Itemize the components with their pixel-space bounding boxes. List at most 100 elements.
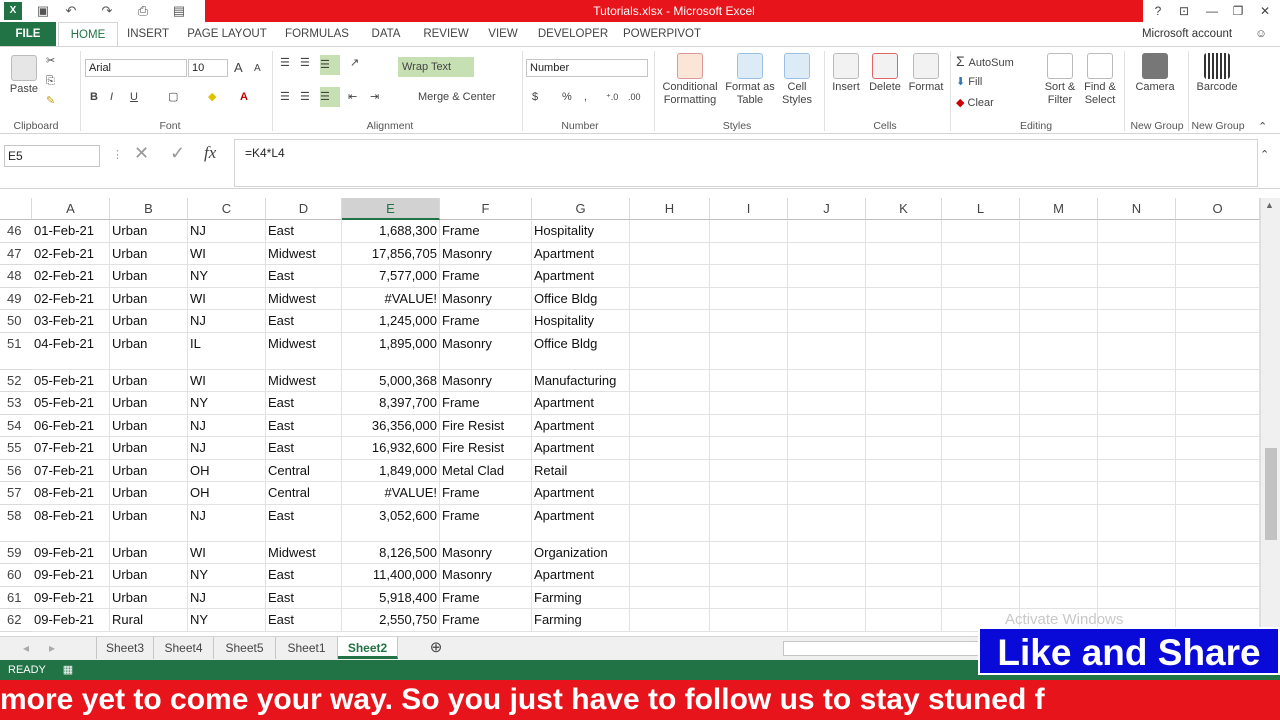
cell-e[interactable]: 11,400,000 — [342, 564, 440, 587]
sheet-tab-sheet4[interactable]: Sheet4 — [154, 637, 214, 659]
empty-cell[interactable] — [710, 242, 788, 265]
cell-d[interactable]: Midwest — [266, 541, 342, 564]
cell-b[interactable]: Urban — [110, 541, 188, 564]
empty-cell[interactable] — [710, 609, 788, 632]
column-header-e[interactable]: E — [342, 198, 440, 220]
empty-cell[interactable] — [788, 220, 866, 243]
empty-cell[interactable] — [866, 482, 942, 505]
empty-cell[interactable] — [630, 287, 710, 310]
empty-cell[interactable] — [942, 369, 1020, 392]
cell-g[interactable]: Apartment — [532, 437, 630, 460]
empty-cell[interactable] — [788, 392, 866, 415]
select-all-corner[interactable] — [0, 198, 32, 220]
empty-cell[interactable] — [1020, 332, 1098, 370]
empty-cell[interactable] — [1098, 564, 1176, 587]
empty-cell[interactable] — [1176, 287, 1260, 310]
format-painter-icon[interactable]: ✎ — [46, 91, 62, 111]
cell-a[interactable]: 02-Feb-21 — [32, 242, 110, 265]
cell-f[interactable]: Frame — [440, 392, 532, 415]
format-cells-button[interactable]: Format — [906, 53, 946, 94]
clear-button[interactable]: ◆ Clear — [956, 93, 1016, 113]
empty-cell[interactable] — [788, 332, 866, 370]
cell-g[interactable]: Apartment — [532, 265, 630, 288]
cell-f[interactable]: Masonry — [440, 369, 532, 392]
empty-cell[interactable] — [788, 609, 866, 632]
row-header[interactable]: 49 — [0, 288, 32, 310]
empty-cell[interactable] — [1098, 586, 1176, 609]
cell-f[interactable]: Frame — [440, 220, 532, 243]
orientation-icon[interactable]: ↗ — [350, 53, 372, 73]
empty-cell[interactable] — [1020, 564, 1098, 587]
merge-center-button[interactable]: Merge & Center — [400, 87, 512, 107]
empty-cell[interactable] — [1098, 541, 1176, 564]
name-box[interactable]: E5 — [4, 145, 100, 167]
empty-cell[interactable] — [1020, 482, 1098, 505]
empty-cell[interactable] — [942, 287, 1020, 310]
cell-e[interactable]: 2,550,750 — [342, 609, 440, 632]
empty-cell[interactable] — [1176, 564, 1260, 587]
empty-cell[interactable] — [630, 504, 710, 542]
cell-e[interactable]: 1,688,300 — [342, 220, 440, 243]
cell-b[interactable]: Urban — [110, 504, 188, 542]
empty-cell[interactable] — [710, 220, 788, 243]
empty-cell[interactable] — [1020, 586, 1098, 609]
cell-a[interactable]: 09-Feb-21 — [32, 564, 110, 587]
empty-cell[interactable] — [1020, 220, 1098, 243]
cell-e[interactable]: 1,895,000 — [342, 332, 440, 370]
empty-cell[interactable] — [1020, 369, 1098, 392]
empty-cell[interactable] — [942, 437, 1020, 460]
cell-e[interactable]: 1,245,000 — [342, 310, 440, 333]
empty-cell[interactable] — [866, 369, 942, 392]
empty-cell[interactable] — [788, 459, 866, 482]
cell-b[interactable]: Urban — [110, 265, 188, 288]
cell-c[interactable]: NJ — [188, 414, 266, 437]
empty-cell[interactable] — [942, 541, 1020, 564]
account-name[interactable]: Microsoft account — [1132, 22, 1242, 46]
cell-b[interactable]: Urban — [110, 369, 188, 392]
cell-d[interactable]: East — [266, 414, 342, 437]
underline-button[interactable]: U — [130, 87, 142, 107]
top-align-icon[interactable]: ☰ — [280, 53, 298, 73]
cell-b[interactable]: Urban — [110, 392, 188, 415]
empty-cell[interactable] — [1176, 459, 1260, 482]
cell-f[interactable]: Frame — [440, 265, 532, 288]
empty-cell[interactable] — [788, 482, 866, 505]
cell-d[interactable]: Central — [266, 482, 342, 505]
empty-cell[interactable] — [1176, 586, 1260, 609]
cell-a[interactable]: 07-Feb-21 — [32, 437, 110, 460]
copy-icon[interactable]: ⎘ — [46, 71, 62, 91]
empty-cell[interactable] — [1020, 504, 1098, 542]
empty-cell[interactable] — [1098, 459, 1176, 482]
increase-indent-icon[interactable]: ⇥ — [370, 87, 388, 107]
row-header[interactable]: 60 — [0, 564, 32, 587]
print-preview-icon[interactable]: ⎙ — [134, 2, 152, 20]
empty-cell[interactable] — [866, 220, 942, 243]
cell-a[interactable]: 02-Feb-21 — [32, 287, 110, 310]
cell-d[interactable]: East — [266, 586, 342, 609]
empty-cell[interactable] — [710, 586, 788, 609]
empty-cell[interactable] — [788, 369, 866, 392]
empty-cell[interactable] — [788, 541, 866, 564]
cell-f[interactable]: Masonry — [440, 332, 532, 370]
delete-cells-button[interactable]: Delete — [866, 53, 904, 94]
empty-cell[interactable] — [942, 586, 1020, 609]
horizontal-scrollbar[interactable] — [783, 641, 983, 656]
empty-cell[interactable] — [1020, 414, 1098, 437]
cell-d[interactable]: Midwest — [266, 332, 342, 370]
empty-cell[interactable] — [1176, 414, 1260, 437]
cell-d[interactable]: Central — [266, 459, 342, 482]
cell-e[interactable]: 3,052,600 — [342, 504, 440, 542]
cell-g[interactable]: Retail — [532, 459, 630, 482]
number-format-select[interactable]: Number — [526, 59, 648, 77]
empty-cell[interactable] — [942, 482, 1020, 505]
font-color-icon[interactable]: A — [240, 87, 256, 107]
empty-cell[interactable] — [866, 564, 942, 587]
empty-cell[interactable] — [630, 541, 710, 564]
row-header[interactable]: 53 — [0, 392, 32, 415]
tab-file[interactable]: FILE — [0, 22, 56, 46]
cell-a[interactable]: 09-Feb-21 — [32, 609, 110, 632]
row-header[interactable]: 54 — [0, 415, 32, 437]
paste-button[interactable]: Paste — [6, 55, 42, 113]
formula-input[interactable]: =K4*L4 — [234, 139, 1258, 187]
align-center-icon[interactable]: ☰ — [300, 87, 318, 107]
